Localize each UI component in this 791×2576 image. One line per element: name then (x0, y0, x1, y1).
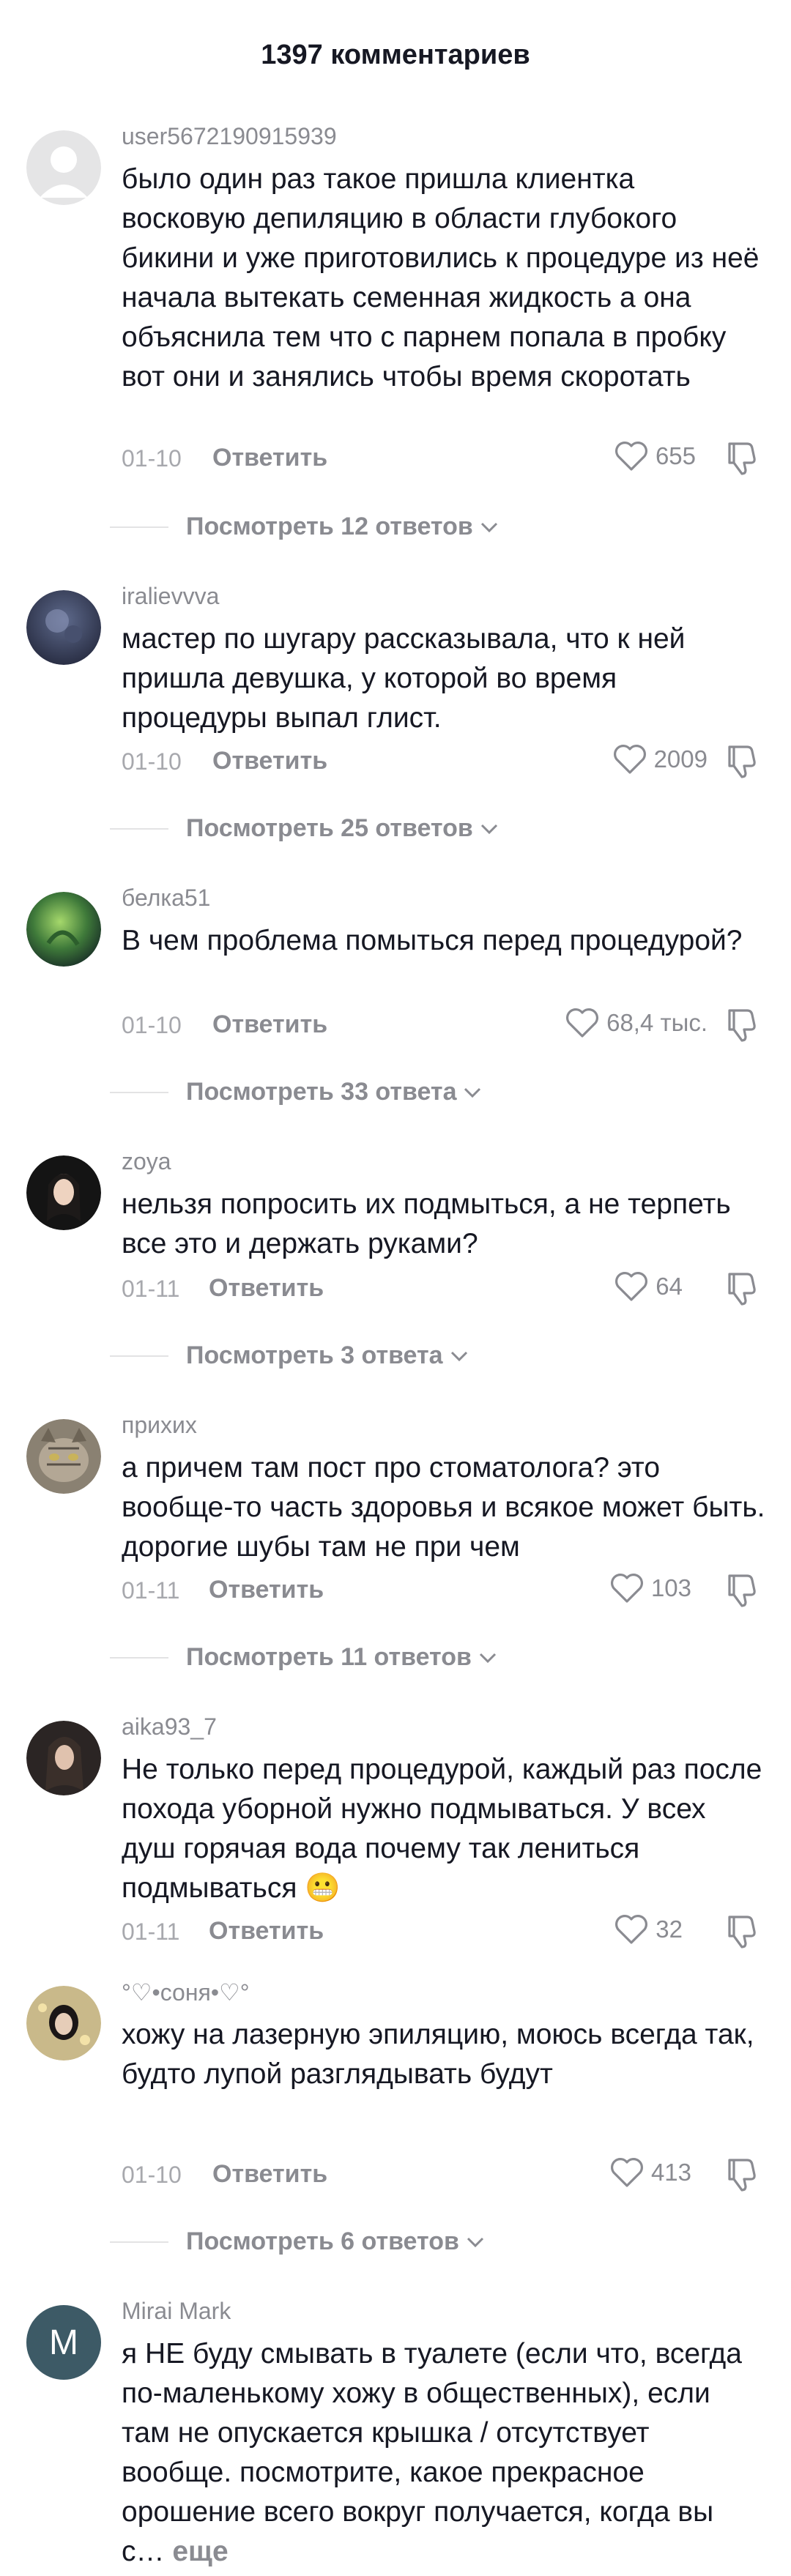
like-button[interactable]: 655 (614, 441, 696, 472)
comment-date: 01-10 (122, 1012, 182, 1038)
comment-date: 01-11 (122, 1918, 180, 1945)
dislike-icon[interactable] (725, 1571, 757, 1608)
comments-header: 1397 комментариев (0, 0, 791, 110)
heart-icon[interactable] (565, 1008, 599, 1038)
reply-button[interactable]: Ответить (212, 1010, 327, 1039)
chevron-down-icon (465, 2235, 486, 2249)
comment-text: В чем проблема помыться перед процедурой… (122, 925, 743, 956)
view-replies-label: Посмотреть 25 ответов (186, 814, 473, 842)
view-replies-label: Посмотреть 6 ответов (186, 2227, 459, 2255)
comment-date: 01-10 (122, 748, 182, 775)
like-count: 32 (656, 1916, 683, 1943)
divider (110, 1355, 168, 1357)
view-replies-button[interactable]: Посмотреть 33 ответа (110, 1078, 483, 1106)
like-button[interactable]: 64 (614, 1271, 683, 1302)
comment-username[interactable]: белка51 (122, 885, 210, 912)
like-button[interactable]: 2009 (613, 744, 708, 775)
comment-username[interactable]: aika93_7 (122, 1713, 217, 1741)
grimace-emoji: 😬 (305, 1872, 341, 1904)
view-replies-button[interactable]: Посмотреть 11 ответов (110, 1643, 498, 1672)
comment-date: 01-11 (122, 1577, 180, 1604)
comment-text: было один раз такое пришла клиентка воск… (122, 163, 760, 392)
reply-button[interactable]: Ответить (212, 2160, 327, 2189)
comment-text: мастер по шугару рассказывала, что к ней… (122, 623, 686, 734)
reply-button[interactable]: Ответить (212, 747, 327, 775)
divider (110, 1091, 168, 1093)
like-button[interactable]: 413 (610, 2157, 691, 2188)
view-replies-button[interactable]: Посмотреть 25 ответов (110, 814, 500, 843)
avatar[interactable] (26, 1419, 101, 1494)
comments-count-title: 1397 комментариев (261, 39, 530, 70)
heart-icon[interactable] (610, 2157, 644, 2188)
divider (110, 526, 168, 528)
avatar[interactable] (26, 1155, 101, 1230)
avatar[interactable] (26, 1721, 101, 1795)
avatar[interactable] (26, 892, 101, 967)
heart-icon[interactable] (614, 1914, 648, 1945)
comment-date: 01-10 (122, 445, 182, 472)
dislike-icon[interactable] (725, 439, 757, 476)
reply-button[interactable]: Ответить (209, 1917, 324, 1946)
comment-text: хожу на лазерную эпиляцию, моюсь всегда … (122, 2019, 754, 2090)
heart-icon[interactable] (614, 441, 648, 472)
chevron-down-icon (478, 1650, 498, 1665)
view-replies-label: Посмотреть 11 ответов (186, 1643, 472, 1671)
avatar[interactable] (26, 1986, 101, 2061)
heart-icon[interactable] (613, 744, 647, 775)
reply-button[interactable]: Ответить (209, 1274, 324, 1303)
view-replies-button[interactable]: Посмотреть 6 ответов (110, 2227, 486, 2256)
reply-button[interactable]: Ответить (212, 444, 327, 472)
dislike-icon[interactable] (725, 2156, 757, 2192)
view-replies-button[interactable]: Посмотреть 3 ответа (110, 1341, 469, 1370)
comment-username[interactable]: Mirai Mark (122, 2298, 231, 2325)
dislike-icon[interactable] (725, 1913, 757, 1949)
comment-username[interactable]: user5672190915939 (122, 123, 337, 150)
view-replies-button[interactable]: Посмотреть 12 ответов (110, 513, 500, 541)
view-replies-label: Посмотреть 33 ответа (186, 1078, 457, 1106)
comment-username[interactable]: iralievvva (122, 583, 219, 610)
like-count: 2009 (653, 745, 708, 773)
comment-text-body: Не только перед процедурой, каждый раз п… (122, 1754, 762, 1904)
avatar-letter: M (49, 2323, 78, 2362)
heart-icon[interactable] (614, 1271, 648, 1302)
comment-text-body: я НЕ буду смывать в туалете (если что, в… (122, 2338, 742, 2567)
dislike-icon[interactable] (725, 742, 757, 779)
chevron-down-icon (479, 520, 500, 535)
comment-date: 01-11 (122, 1276, 180, 1302)
chevron-down-icon (449, 1349, 469, 1363)
comment-username[interactable]: °♡•соня•♡° (122, 1978, 250, 2006)
divider (110, 827, 168, 830)
view-replies-label: Посмотреть 12 ответов (186, 513, 473, 540)
like-count: 413 (650, 2159, 691, 2186)
avatar[interactable] (26, 590, 101, 665)
expand-more-link[interactable]: еще (172, 2536, 228, 2567)
comment-text: нельзя попросить их подмыться, а не терп… (122, 1188, 731, 1259)
like-count: 64 (656, 1273, 683, 1300)
chevron-down-icon (462, 1085, 483, 1100)
comment-username[interactable]: прихих (122, 1412, 197, 1439)
dislike-icon[interactable] (725, 1270, 757, 1306)
view-replies-label: Посмотреть 3 ответа (186, 1341, 443, 1369)
like-button[interactable]: 68,4 тыс. (565, 1008, 708, 1038)
chevron-down-icon (479, 822, 500, 836)
like-button[interactable]: 103 (610, 1573, 691, 1604)
like-count: 655 (655, 442, 696, 469)
like-count: 103 (650, 1574, 691, 1601)
like-count: 68,4 тыс. (606, 1009, 708, 1036)
comment-text: Не только перед процедурой, каждый раз п… (122, 1750, 766, 1908)
heart-icon[interactable] (610, 1573, 644, 1604)
comment-text: я НЕ буду смывать в туалете (если что, в… (122, 2334, 766, 2572)
like-button[interactable]: 32 (614, 1914, 683, 1945)
avatar[interactable]: M (26, 2305, 101, 2380)
dislike-icon[interactable] (725, 1006, 757, 1043)
divider (110, 1656, 168, 1659)
comment-date: 01-10 (122, 2162, 182, 2188)
divider (110, 2241, 168, 2243)
comment-username[interactable]: zoya (122, 1148, 171, 1175)
comment-text: а причем там пост про стоматолога? это в… (122, 1452, 765, 1563)
reply-button[interactable]: Ответить (209, 1576, 324, 1604)
avatar[interactable] (26, 130, 101, 205)
